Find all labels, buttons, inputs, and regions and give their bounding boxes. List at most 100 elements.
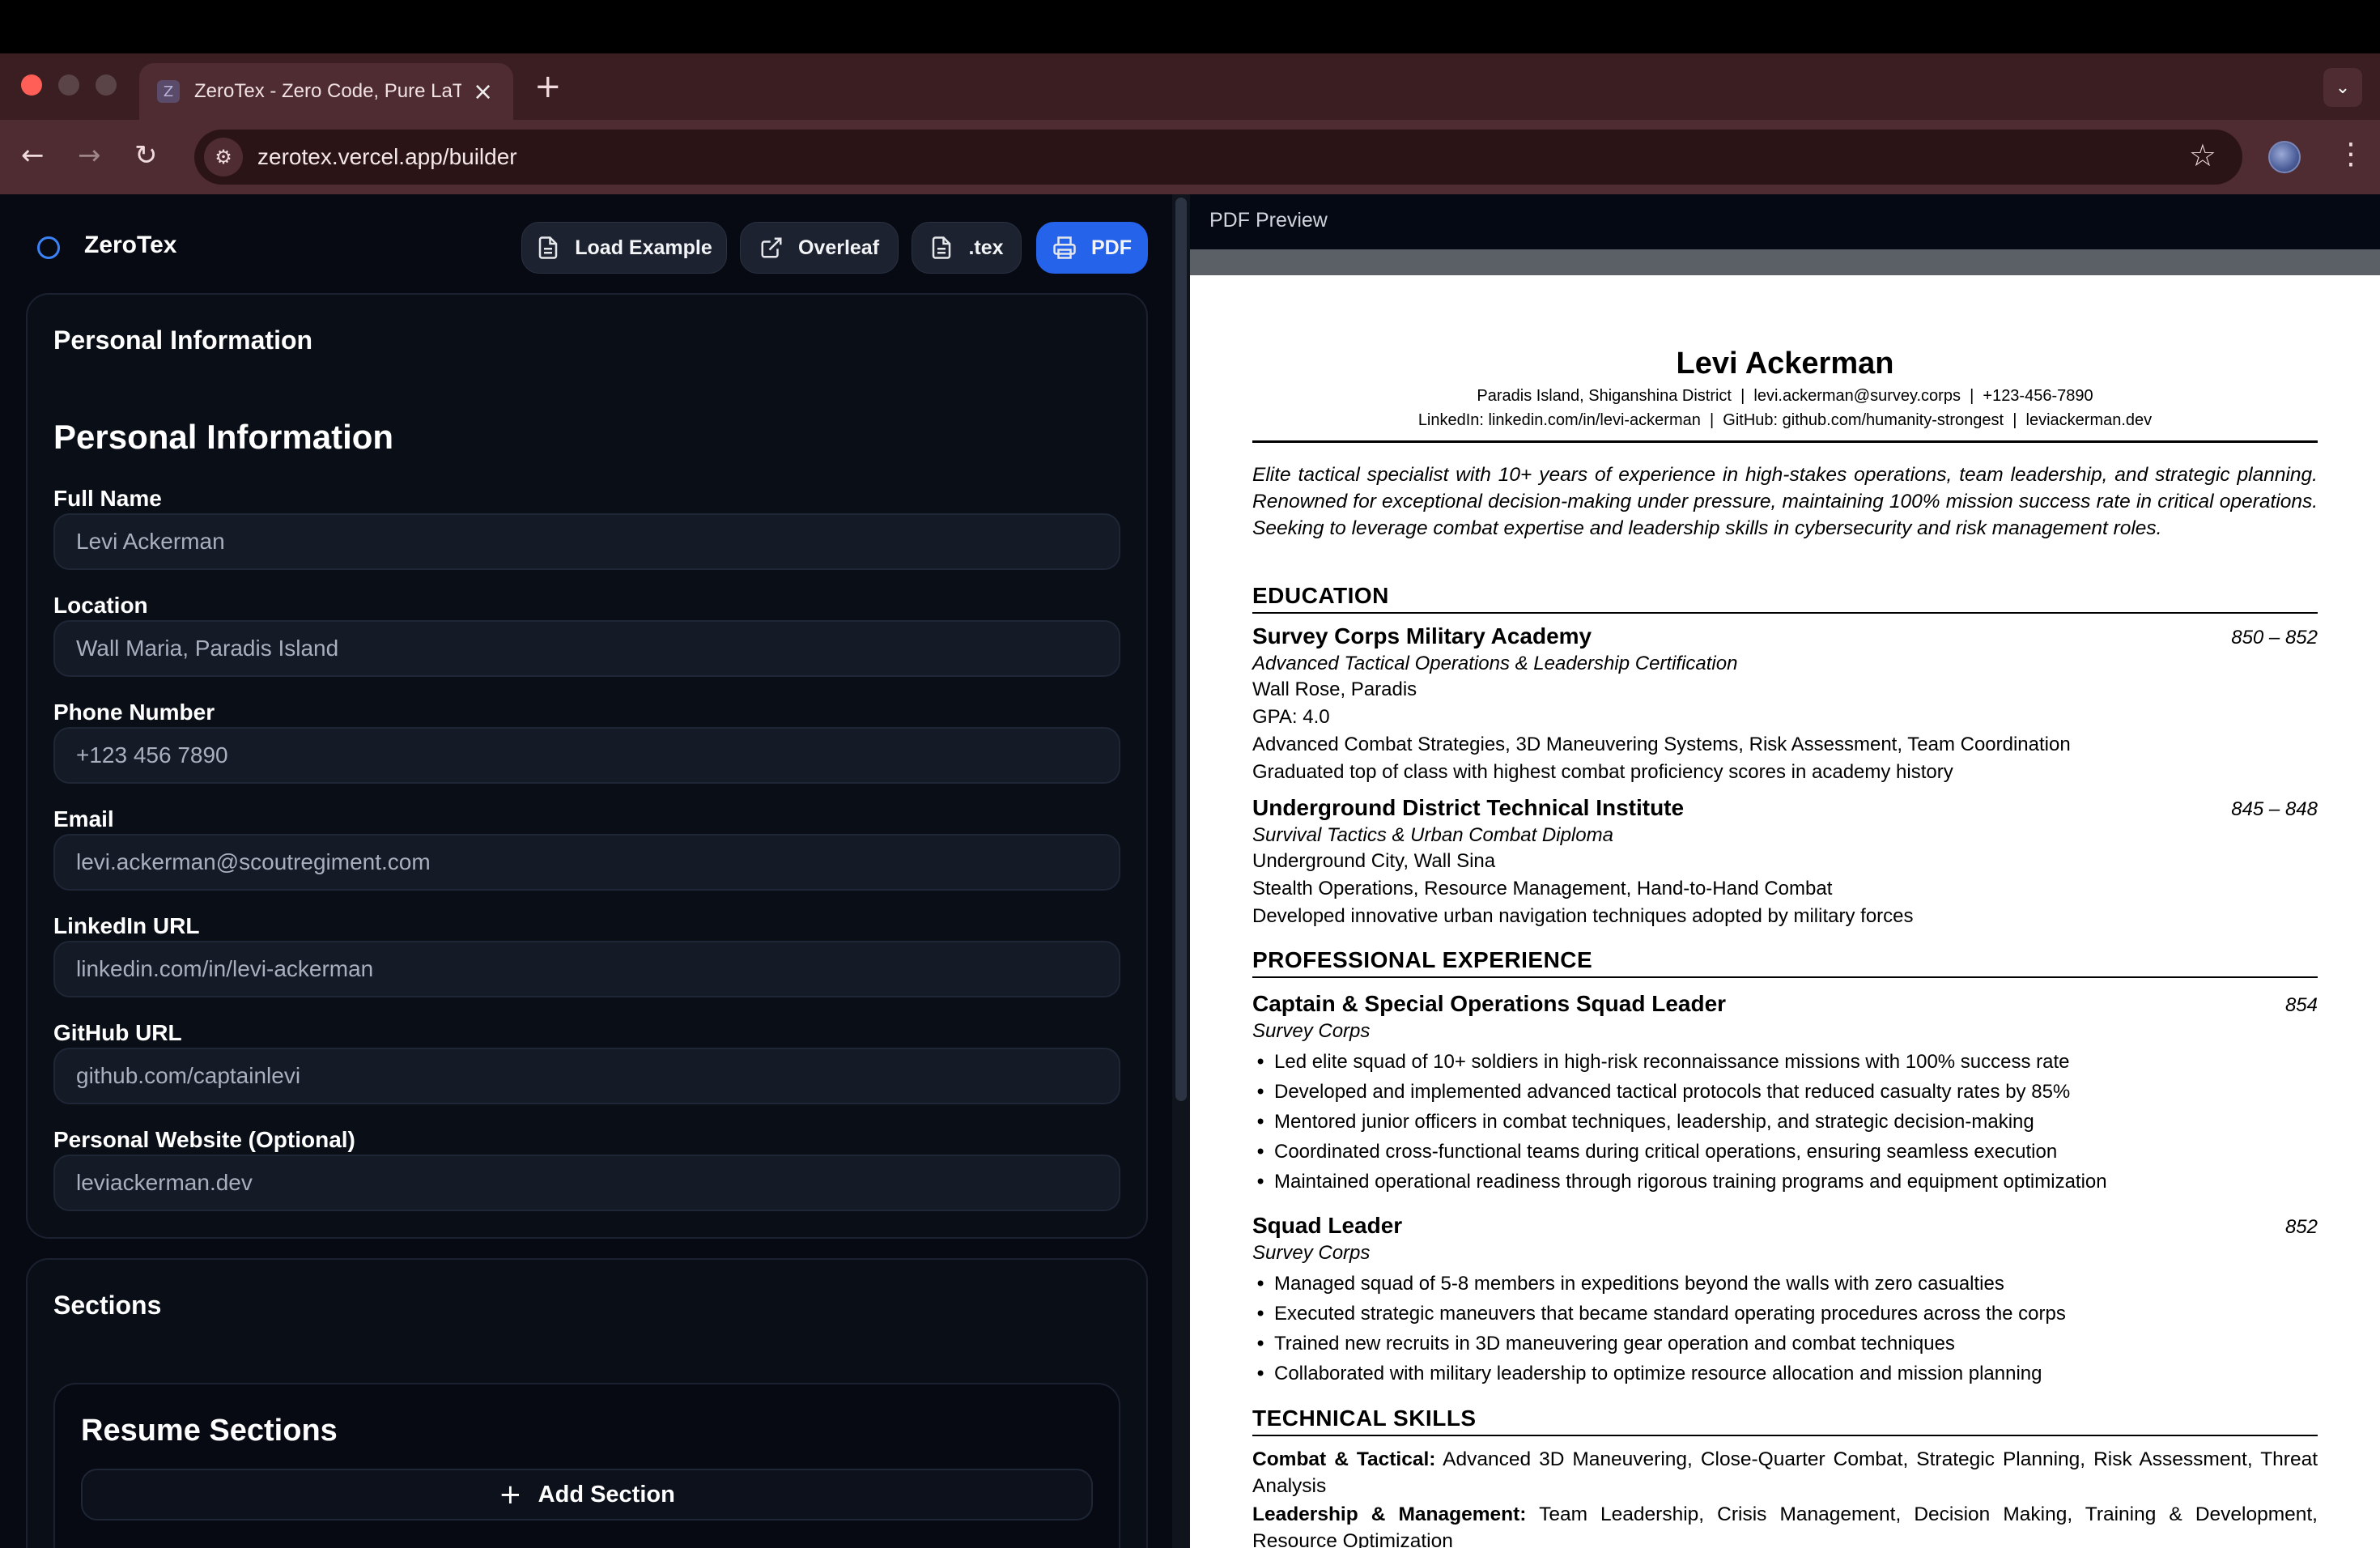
skill-leadership: Leadership & Management: Team Leadership… [1252, 1501, 2318, 1548]
linkedin-input[interactable]: linkedin.com/in/levi-ackerman [53, 941, 1120, 997]
exp1-bullet: Mentored junior officers in combat techn… [1255, 1111, 2034, 1133]
tab-title: ZeroTex - Zero Code, Pure LaTeX [194, 80, 461, 102]
close-window-button[interactable] [21, 74, 42, 96]
exp1-bullet: Led elite squad of 10+ soldiers in high-… [1255, 1051, 2070, 1074]
address-bar[interactable]: ⚙ zerotex.vercel.app/builder ☆ [194, 130, 2242, 185]
exp2-bullet: Managed squad of 5-8 members in expediti… [1255, 1273, 2004, 1295]
sections-card-title: Sections [53, 1291, 162, 1320]
resume-contact-line-1: Paradis Island, Shiganshina District | l… [1477, 387, 2093, 405]
email-label: Email [53, 806, 114, 831]
back-arrow-icon[interactable]: ← [21, 139, 45, 172]
profile-avatar[interactable] [2268, 141, 2301, 173]
website-label: Personal Website (Optional) [53, 1127, 355, 1152]
edu2-dates: 845 – 848 [2231, 798, 2318, 820]
printer-icon [1053, 236, 1076, 259]
reload-icon[interactable]: ↻ [134, 139, 158, 172]
external-link-icon [761, 237, 782, 258]
exp1-title: Captain & Special Operations Squad Leade… [1252, 991, 1727, 1016]
experience-rule [1252, 976, 2318, 978]
tab-favicon-icon: Z [157, 80, 180, 103]
skills-rule [1252, 1435, 2318, 1436]
exp2-bullet: Trained new recruits in 3D maneuvering g… [1255, 1333, 1955, 1355]
minimize-window-button[interactable] [58, 74, 79, 96]
browser-tab[interactable]: Z ZeroTex - Zero Code, Pure LaTeX × [139, 63, 513, 120]
exp1-org: Survey Corps [1252, 1020, 1371, 1042]
load-example-button[interactable]: Load Example [521, 222, 727, 274]
resume-page: Levi Ackerman Paradis Island, Shiganshin… [1190, 275, 2380, 1548]
exp1-bullet: Maintained operational readiness through… [1255, 1171, 2107, 1193]
resume-sections-card [53, 1383, 1120, 1548]
linkedin-label: LinkedIn URL [53, 913, 200, 938]
app-logo[interactable]: ZeroTex [84, 232, 176, 259]
edu1-dates: 850 – 852 [2231, 627, 2318, 649]
tex-download-button[interactable]: .tex [912, 222, 1022, 274]
zoom-window-button[interactable] [96, 74, 117, 96]
education-rule [1252, 612, 2318, 614]
education-heading: EDUCATION [1252, 583, 1389, 608]
new-tab-icon[interactable]: + [534, 68, 562, 105]
pdf-viewer-toolbar [1190, 249, 2380, 275]
edu1-gpa: GPA: 4.0 [1252, 706, 1330, 728]
resume-sections-title: Resume Sections [81, 1414, 338, 1448]
website-input[interactable]: leviackerman.dev [53, 1155, 1120, 1211]
bookmark-star-icon[interactable]: ☆ [2189, 138, 2216, 173]
skills-heading: TECHNICAL SKILLS [1252, 1406, 1477, 1431]
exp1-date: 854 [2284, 994, 2318, 1016]
email-input[interactable]: levi.ackerman@scoutregiment.com [53, 834, 1120, 891]
resume-summary: Elite tactical specialist with 10+ years… [1252, 464, 2318, 539]
forward-arrow-icon[interactable]: → [78, 139, 101, 172]
full-name-label: Full Name [53, 486, 162, 511]
exp2-org: Survey Corps [1252, 1242, 1371, 1264]
exp2-bullet: Collaborated with military leadership to… [1255, 1363, 2042, 1385]
file-icon [933, 236, 951, 259]
experience-heading: PROFESSIONAL EXPERIENCE [1252, 947, 1593, 972]
document-icon [539, 236, 558, 259]
tab-search-chevron-icon[interactable]: ⌄ [2323, 68, 2362, 107]
editor-scrollbar-thumb[interactable] [1175, 198, 1187, 1101]
exp2-bullet: Executed strategic maneuvers that became… [1255, 1303, 2066, 1325]
exp2-title: Squad Leader [1252, 1213, 1403, 1238]
edu2-location: Underground City, Wall Sina [1252, 850, 1496, 872]
personal-info-card-title: Personal Information [53, 325, 313, 355]
edu2-program: Survival Tactics & Urban Combat Diploma [1252, 824, 1613, 846]
github-label: GitHub URL [53, 1020, 182, 1045]
edu1-school: Survey Corps Military Academy [1252, 623, 1592, 649]
skill-combat-label: Combat & Tactical: [1252, 1448, 1436, 1470]
edu2-note: Developed innovative urban navigation te… [1252, 905, 1914, 927]
edu1-location: Wall Rose, Paradis [1252, 678, 1417, 700]
resume-contact-line-2: LinkedIn: linkedin.com/in/levi-ackerman … [1417, 411, 2153, 429]
skill-leadership-label: Leadership & Management: [1252, 1503, 1527, 1525]
resume-name: Levi Ackerman [1676, 347, 1894, 381]
overleaf-label: Overleaf [797, 236, 880, 259]
edu1-courses: Advanced Combat Strategies, 3D Maneuveri… [1252, 734, 2071, 755]
url-text[interactable]: zerotex.vercel.app/builder [257, 144, 517, 170]
header-rule [1252, 440, 2318, 443]
overleaf-button[interactable]: Overleaf [740, 222, 899, 274]
pdf-label: PDF [1091, 236, 1132, 259]
logo-ring-icon [37, 236, 60, 259]
tex-label: .tex [968, 236, 1004, 259]
exp1-bullet: Developed and implemented advanced tacti… [1255, 1081, 2070, 1104]
phone-label: Phone Number [53, 700, 215, 725]
exp2-date: 852 [2284, 1216, 2318, 1238]
exp1-bullet: Coordinated cross-functional teams durin… [1255, 1141, 2057, 1163]
edu2-school: Underground District Technical Institute [1252, 795, 1685, 820]
add-section-label: Add Section [538, 1481, 675, 1508]
pdf-preview-header: PDF Preview [1209, 209, 1328, 232]
edu1-program: Advanced Tactical Operations & Leadershi… [1252, 653, 1738, 674]
add-section-button[interactable]: + Add Section [81, 1469, 1093, 1520]
pdf-print-button[interactable]: PDF [1036, 222, 1148, 274]
full-name-input[interactable]: Levi Ackerman [53, 513, 1120, 570]
load-example-label: Load Example [575, 236, 712, 259]
browser-menu-icon[interactable]: ⋮ [2336, 138, 2365, 171]
phone-input[interactable]: +123 456 7890 [53, 727, 1120, 784]
location-input[interactable]: Wall Maria, Paradis Island [53, 620, 1120, 677]
skill-combat: Combat & Tactical: Advanced 3D Maneuveri… [1252, 1446, 2318, 1499]
tab-close-icon[interactable]: × [473, 78, 493, 106]
plus-icon: + [499, 1478, 522, 1511]
location-label: Location [53, 593, 148, 618]
personal-info-heading: Personal Information [53, 418, 394, 456]
github-input[interactable]: github.com/captainlevi [53, 1048, 1120, 1104]
site-settings-icon[interactable]: ⚙ [204, 138, 243, 176]
edu1-note: Graduated top of class with highest comb… [1252, 761, 1953, 783]
